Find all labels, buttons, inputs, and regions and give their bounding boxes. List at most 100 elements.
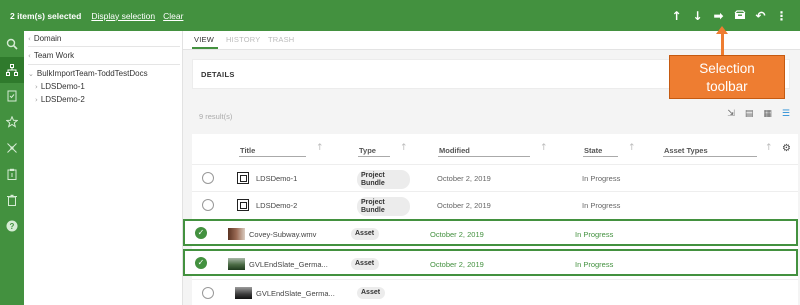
type-badge: Project Bundle (357, 170, 410, 189)
sitemap-icon[interactable] (0, 57, 24, 83)
grid-view-icon[interactable]: ▦ (763, 109, 772, 119)
row-state: In Progress (575, 230, 614, 239)
row-selected-check-icon[interactable]: ✓ (195, 257, 207, 269)
type-line: Project (361, 172, 385, 179)
tab-trash[interactable]: TRASH (268, 35, 294, 44)
chevron-right-icon: › (35, 83, 38, 91)
selection-toolbar: 2 item(s) selected Display selection Cle… (0, 0, 800, 31)
tree-node-label: Domain (33, 34, 62, 43)
row-modified: October 2, 2019 (437, 174, 491, 183)
table-row[interactable]: LDSDemo-2 Project Bundle October 2, 2019 … (192, 191, 798, 218)
row-title[interactable]: LDSDemo-2 (256, 201, 297, 210)
tab-view[interactable]: VIEW (194, 35, 214, 44)
details-heading: DETAILS (201, 70, 235, 79)
table-row[interactable]: GVLEndSlate_Germa... Asset (192, 279, 798, 305)
chevron-down-icon: ⌄ (28, 70, 34, 78)
column-filter-line (583, 156, 618, 157)
type-badge: Asset (351, 258, 379, 270)
row-title[interactable]: LDSDemo-1 (256, 174, 297, 183)
help-icon[interactable]: ? (0, 213, 24, 239)
row-select-radio[interactable] (202, 199, 214, 211)
more-icon[interactable]: ⋮ (771, 9, 792, 23)
tree-node-team-work[interactable]: ‹ Team Work (28, 51, 74, 60)
list-view-icon[interactable]: ☰ (782, 109, 790, 119)
tab-history[interactable]: HISTORY (226, 35, 260, 44)
star-icon[interactable] (0, 109, 24, 135)
type-badge: Asset (357, 287, 385, 299)
app: 2 item(s) selected Display selection Cle… (0, 0, 800, 305)
forward-icon[interactable]: ➡ (708, 9, 729, 23)
active-tab-indicator (192, 47, 218, 49)
row-title[interactable]: GVLEndSlate_Germa... (249, 260, 328, 269)
sort-arrow-icon[interactable]: ↑ (628, 143, 636, 153)
sort-arrow-icon[interactable]: ↑ (765, 143, 773, 153)
xls-icon[interactable]: ▤ (745, 109, 754, 119)
selection-toolbar-callout: Selection toolbar (669, 55, 785, 99)
row-title[interactable]: Covey-Subway.wmv (249, 230, 316, 239)
tree-node-label: LDSDemo-1 (40, 82, 85, 91)
sort-arrow-icon[interactable]: ↑ (400, 143, 408, 153)
row-state: In Progress (582, 174, 621, 183)
tab-bar: VIEW HISTORY TRASH (183, 31, 800, 50)
callout-arrowhead (716, 26, 728, 34)
column-header-type[interactable]: Type (359, 146, 376, 155)
view-controls: ⇲ ▤ ▦ ☰ (717, 109, 790, 119)
search-icon[interactable] (0, 31, 24, 57)
type-badge: Project Bundle (357, 197, 410, 216)
chevron-right-icon: › (35, 96, 38, 104)
row-selected-check-icon[interactable]: ✓ (195, 227, 207, 239)
project-bundle-icon (237, 172, 249, 184)
undo-icon[interactable]: ↶ (750, 9, 771, 23)
trash-icon[interactable] (0, 187, 24, 213)
table-row-selected[interactable]: ✓ GVLEndSlate_Germa... Asset October 2, … (183, 249, 798, 276)
column-header-title[interactable]: Title (240, 146, 255, 155)
table-row[interactable]: LDSDemo-1 Project Bundle October 2, 2019 … (192, 164, 798, 191)
column-header-modified[interactable]: Modified (439, 146, 470, 155)
row-modified: October 2, 2019 (430, 260, 484, 269)
type-badge: Asset (351, 228, 379, 240)
folder-tree: ‹ Domain ‹ Team Work ⌄ BulkImportTeam-ToddT… (24, 31, 183, 305)
move-down-icon[interactable]: ↓ (687, 9, 708, 23)
image-thumbnail (228, 258, 245, 270)
sort-arrow-icon[interactable]: ↑ (316, 143, 324, 153)
tree-node-root[interactable]: ⌄ BulkImportTeam-ToddTestDocs (28, 69, 148, 78)
callout-line: Selection (699, 61, 755, 76)
project-bundle-icon (237, 199, 249, 211)
tree-node-ldsdemo-2[interactable]: › LDSDemo-2 (35, 95, 85, 104)
divider (28, 46, 180, 47)
row-state: In Progress (575, 260, 614, 269)
sort-arrow-icon[interactable]: ↑ (540, 143, 548, 153)
video-thumbnail (228, 228, 245, 240)
tree-node-domain[interactable]: ‹ Domain (28, 34, 61, 43)
column-header-asset-types[interactable]: Asset Types (664, 146, 708, 155)
task-icon[interactable] (0, 83, 24, 109)
callout-line: toolbar (706, 79, 748, 94)
svg-text:?: ? (10, 222, 15, 231)
row-state: In Progress (582, 201, 621, 210)
export-icon[interactable]: ⇲ (727, 109, 735, 119)
callout-arrow (721, 31, 724, 55)
clipboard-icon[interactable] (0, 161, 24, 187)
table-row-selected[interactable]: ✓ Covey-Subway.wmv Asset October 2, 2019… (183, 219, 798, 246)
chevron-left-icon: ‹ (28, 35, 31, 43)
column-filter-line (358, 156, 390, 157)
tree-node-label: Team Work (33, 51, 75, 60)
inbox-icon[interactable] (729, 9, 750, 23)
network-icon[interactable] (0, 135, 24, 161)
column-settings-gear-icon[interactable]: ⚙ (782, 143, 791, 154)
row-select-radio[interactable] (202, 172, 214, 184)
tree-node-label: BulkImportTeam-ToddTestDocs (36, 69, 148, 78)
table-header: Title ↑ Type ↑ Modified ↑ State ↑ Asset … (192, 134, 798, 164)
tree-node-ldsdemo-1[interactable]: › LDSDemo-1 (35, 82, 85, 91)
move-up-icon[interactable]: ↑ (666, 9, 687, 23)
toolbar-actions: ↑ ↓ ➡ ↶ ⋮ (666, 0, 792, 31)
row-title[interactable]: GVLEndSlate_Germa... (256, 289, 335, 298)
row-select-radio[interactable] (202, 287, 214, 299)
display-selection-link[interactable]: Display selection (91, 11, 155, 21)
row-modified: October 2, 2019 (437, 201, 491, 210)
tree-node-label: LDSDemo-2 (40, 95, 85, 104)
column-header-state[interactable]: State (584, 146, 602, 155)
type-line: Bundle (361, 180, 385, 187)
type-line: Project (361, 199, 385, 206)
clear-selection-link[interactable]: Clear (163, 11, 183, 21)
